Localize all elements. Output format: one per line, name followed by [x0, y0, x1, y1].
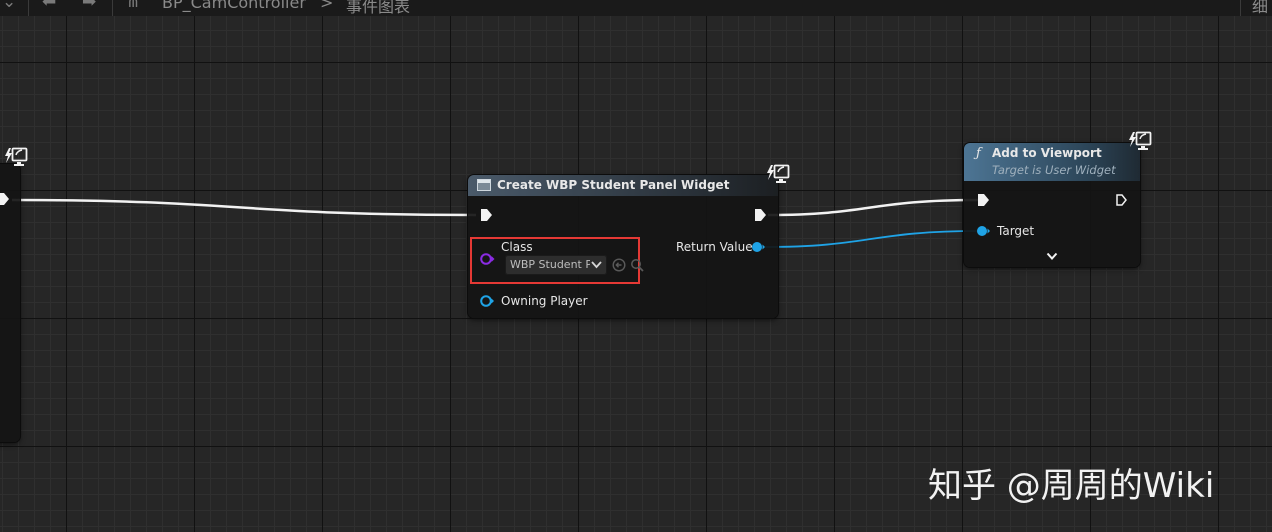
exec-output-pin[interactable] — [1116, 194, 1127, 206]
exec-input-pin[interactable] — [481, 209, 492, 221]
offscreen-event-node[interactable] — [0, 164, 20, 442]
browse-asset-search-icon[interactable] — [630, 258, 644, 272]
exec-output-pin[interactable] — [755, 209, 766, 221]
exec-wire-create-to-viewport[interactable] — [767, 198, 979, 217]
class-select-dropdown[interactable]: WBP Student P. — [505, 255, 607, 275]
exec-input-pin[interactable] — [978, 194, 989, 206]
zhihu-watermark: 知乎 @周周的Wiki — [928, 466, 1215, 506]
owning-player-input-pin[interactable] — [480, 294, 496, 308]
function-icon: ƒ — [976, 146, 981, 161]
create-widget-title: Create WBP Student Panel Widget — [497, 178, 730, 192]
target-pin-label: Target — [997, 224, 1035, 238]
add-to-viewport-header[interactable]: ƒ Add to Viewport Target is User Widget — [964, 143, 1140, 181]
chevron-down-icon — [591, 261, 602, 269]
create-widget-header[interactable]: Create WBP Student Panel Widget — [468, 175, 778, 196]
blueprint-graph-canvas[interactable]: ⌄ ⬅ ➡ ⋔ BP_CamController > 事件图表 细 Create… — [0, 0, 1272, 532]
add-to-viewport-node[interactable]: ƒ Add to Viewport Target is User Widget — [964, 143, 1140, 267]
object-wire-return-to-target[interactable] — [764, 230, 981, 248]
class-input-pin[interactable] — [480, 252, 496, 266]
return-value-label: Return Value — [676, 240, 753, 254]
return-value-output-pin[interactable] — [750, 240, 766, 254]
target-input-pin[interactable] — [975, 224, 991, 238]
exec-wire-begin-to-create[interactable] — [11, 198, 477, 217]
client-server-monitor-icon — [1129, 131, 1152, 150]
owning-player-label: Owning Player — [501, 294, 588, 308]
exec-output-pin[interactable] — [0, 193, 9, 205]
expand-chevron-icon[interactable] — [1046, 252, 1058, 261]
use-selected-asset-icon[interactable] — [612, 258, 626, 272]
client-server-monitor-icon — [767, 164, 790, 183]
class-select-value: WBP Student P. — [510, 258, 590, 271]
add-to-viewport-subtitle: Target is User Widget — [992, 163, 1116, 177]
add-to-viewport-title: Add to Viewport — [992, 146, 1102, 160]
widget-icon — [477, 179, 491, 191]
class-pin-label: Class — [501, 240, 533, 254]
client-server-monitor-icon — [5, 147, 28, 166]
